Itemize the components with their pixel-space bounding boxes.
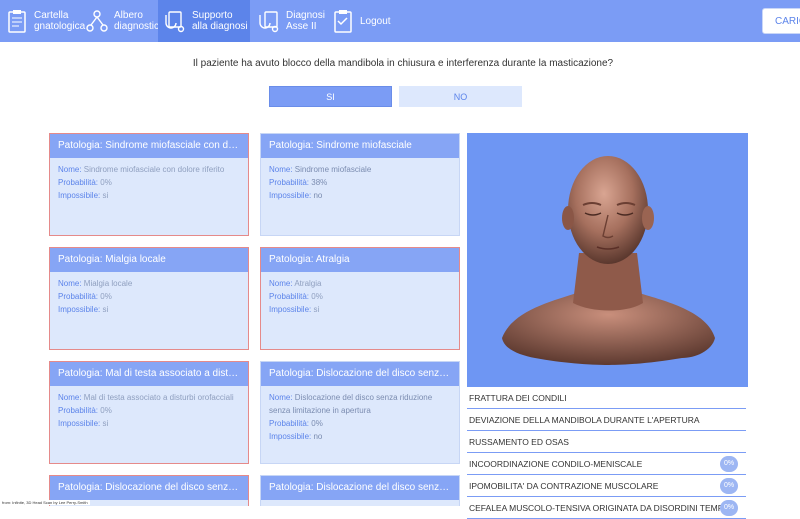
probability-label: Probabilità: [58,292,99,301]
probability-label: Probabilità: [269,292,310,301]
symptom-item[interactable]: INCOORDINAZIONE CONDILO-MENISCALE 0% [467,453,746,475]
probability-label: Probabilità: [269,419,310,428]
name-value: Mialgia locale [83,279,133,288]
load-button[interactable]: CARIC [762,8,800,34]
pathology-card[interactable]: Patologia: Atralgia Nome: Atralgia Proba… [260,247,460,350]
nav-albero-diagnostico[interactable]: Albero diagnostico [82,0,165,42]
impossible-value: si [102,419,109,428]
card-header: Patologia: Sindrome miofasciale con dolo… [50,134,248,158]
card-header: Patologia: Mialgia locale [50,248,248,272]
pathology-card[interactable]: Patologia: Dislocazione del disco senza … [260,361,460,464]
nav-label: Logout [360,15,391,27]
diagnosis-support-icon [164,8,186,34]
name-value: Mal di testa associato a disturbi orofac… [83,393,234,402]
pathology-card[interactable]: Patologia: Mal di testa associato a dist… [49,361,249,464]
pathology-card[interactable]: Patologia: Sindrome miofasciale con dolo… [49,133,249,236]
name-value: Sindrome miofasciale [294,165,372,174]
nav-logout[interactable]: Logout [330,0,391,42]
impossible-label: Impossibile: [269,305,312,314]
symptom-label: RUSSAMENTO ED OSAS [469,437,569,447]
impossible-label: Impossibile: [269,191,312,200]
symptom-item[interactable]: FRATTURA DEI CONDILI [467,387,746,409]
symptom-item[interactable]: IPOMOBILITA' DA CONTRAZIONE MUSCOLARE 0% [467,475,746,497]
probability-value: 0% [100,292,112,301]
head-3d-viewer[interactable] [467,133,748,387]
symptom-item[interactable]: DEVIAZIONE DELLA MANDIBOLA DURANTE L'APE… [467,409,746,431]
yes-button[interactable]: SI [269,86,392,107]
pathology-card[interactable]: Patologia: Dislocazione del disco senza … [260,475,460,506]
impossible-label: Impossibile: [58,419,101,428]
name-label: Nome: [58,279,82,288]
tree-icon [86,8,108,34]
probability-label: Probabilità: [58,178,99,187]
symptom-label: INCOORDINAZIONE CONDILO-MENISCALE [469,459,643,469]
pathology-card[interactable]: Patologia: Mialgia locale Nome: Mialgia … [49,247,249,350]
nav-label: Albero diagnostico [114,10,165,32]
probability-label: Probabilità: [269,178,310,187]
symptom-percent-badge: 0% [720,456,738,472]
question-text: Il paziente ha avuto blocco della mandib… [192,58,614,69]
symptom-label: FRATTURA DEI CONDILI [469,393,567,403]
pathology-card[interactable]: Patologia: Sindrome miofasciale Nome: Si… [260,133,460,236]
symptom-label: IPOMOBILITA' DA CONTRAZIONE MUSCOLARE [469,481,659,491]
symptom-percent-badge: 0% [720,478,738,494]
impossible-label: Impossibile: [269,432,312,441]
card-header: Patologia: Dislocazione del disco senza … [261,476,459,500]
diagnosis-axis-icon [258,8,280,34]
symptom-item[interactable]: CEFALEA MUSCOLO-TENSIVA ORIGINATA DA DIS… [467,497,746,519]
impossible-value: no [313,432,323,441]
impossible-label: Impossibile: [58,191,101,200]
card-header: Patologia: Mal di testa associato a dist… [50,362,248,386]
clipboard-icon [6,8,28,34]
name-label: Nome: [58,393,82,402]
impossible-value: si [102,305,109,314]
nav-cartella-gnatologica[interactable]: Cartella gnatologica [0,0,85,42]
probability-label: Probabilità: [58,406,99,415]
name-label: Nome: [58,165,82,174]
probability-value: 38% [311,178,328,187]
symptom-percent-badge: 0% [720,500,738,516]
nav-supporto-diagnosi[interactable]: Supporto alla diagnosi [158,0,250,42]
probability-value: 0% [100,406,112,415]
card-header: Patologia: Dislocazione del disco senza … [50,476,248,500]
name-label: Nome: [269,165,293,174]
impossible-value: no [313,191,323,200]
card-header: Patologia: Sindrome miofasciale [261,134,459,158]
probability-value: 0% [311,419,323,428]
impossible-value: si [102,191,109,200]
top-navigation-bar: Cartella gnatologica Albero diagnostico … [0,0,800,42]
card-header: Patologia: Dislocazione del disco senza … [261,362,459,386]
logout-icon [332,8,354,34]
impossible-value: si [313,305,320,314]
card-header: Patologia: Atralgia [261,248,459,272]
name-value: Atralgia [294,279,322,288]
no-button[interactable]: NO [399,86,522,107]
symptom-label: CEFALEA MUSCOLO-TENSIVA ORIGINATA DA DIS… [469,503,731,513]
nav-label: Cartella gnatologica [34,10,86,32]
probability-value: 0% [311,292,323,301]
name-value: Dislocazione del disco senza riduzione s… [269,393,433,415]
impossible-label: Impossibile: [58,305,101,314]
name-label: Nome: [269,279,293,288]
nav-diagnosi-asse-ii[interactable]: Diagnosi Asse II [254,0,328,42]
symptom-item[interactable]: RUSSAMENTO ED OSAS [467,431,746,453]
name-label: Nome: [269,393,293,402]
head-model-image [502,156,715,365]
name-value: Sindrome miofasciale con dolore riferito [83,165,225,174]
symptom-label: DEVIAZIONE DELLA MANDIBOLA DURANTE L'APE… [469,415,700,425]
nav-label: Supporto alla diagnosi [192,10,248,32]
nav-label: Diagnosi Asse II [286,10,325,32]
model-credit: from: Infinite, 3D Head Scan by Lee Perr… [0,500,90,505]
probability-value: 0% [100,178,112,187]
